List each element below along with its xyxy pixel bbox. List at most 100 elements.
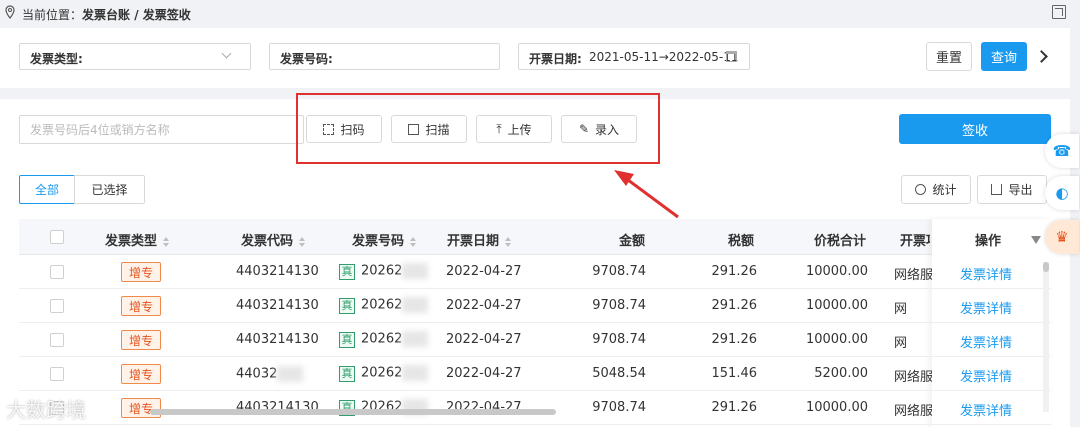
fullscreen-icon[interactable] [1052, 5, 1066, 19]
invoice-number-label: 发票号码: [280, 52, 333, 66]
issuer-cell: 网络服 [894, 404, 932, 419]
search-input[interactable] [19, 115, 304, 144]
redacted-mask [402, 297, 429, 313]
amount-cell: 9708.74 [592, 400, 646, 415]
scan-code-button[interactable]: 扫码 [306, 115, 382, 143]
phone-icon[interactable]: ☎ [1045, 134, 1079, 168]
breadcrumb: 当前位置：发票台账 / 发票签收 [22, 8, 191, 22]
issuer-cell: 网络服 [894, 370, 932, 385]
invoice-type-badge: 增专 [121, 262, 161, 282]
tab-all[interactable]: 全部 [19, 175, 75, 204]
invoice-detail-link[interactable]: 发票详情 [960, 332, 1012, 351]
calendar-icon [726, 51, 737, 62]
tax-cell: 291.26 [711, 298, 758, 313]
filter-icon[interactable] [1031, 236, 1041, 244]
invoice-date-cell: 2022-04-27 [446, 366, 522, 381]
invoice-number-cell: 真 20262 [339, 365, 429, 382]
date-range-value: 2021-05-11→2022-05-11 [589, 50, 739, 64]
row-checkbox[interactable] [50, 333, 64, 347]
horizontal-scrollbar[interactable] [150, 409, 556, 415]
table-row: 增专 4403214130 真 20262 2022-04-27 9708.74 291.2… [19, 323, 1051, 357]
verified-icon: 真 [339, 331, 355, 348]
table-row: 增专 4403214130 真 20262 2022-04-27 9708.74 291.2… [19, 391, 1051, 425]
date-range-picker[interactable]: 开票日期: 2021-05-11→2022-05-11 [518, 43, 750, 70]
filter-panel: 发票类型: 发票号码: 开票日期: 2021-05-11→2022-05-11 … [0, 28, 1070, 88]
sort-icon[interactable] [505, 236, 512, 247]
total-cell: 10000.00 [805, 332, 868, 347]
total-cell: 10000.00 [805, 264, 868, 279]
invoice-type-select[interactable]: 发票类型: [19, 43, 251, 70]
invoice-number-field[interactable]: 发票号码: [269, 43, 500, 70]
invoice-code-cell: 4403214130 [236, 332, 319, 347]
scrollbar-thumb[interactable] [1043, 262, 1049, 272]
location-pin-icon [5, 5, 15, 19]
invoice-type-badge: 增专 [121, 398, 161, 418]
invoice-date-cell: 2022-04-27 [446, 264, 522, 279]
upload-icon: ⤒ [496, 121, 502, 136]
total-cell: 10000.00 [805, 400, 868, 415]
table-row: 增专 44032 真 20262 2022-04-27 5048.54 151.46 5200… [19, 357, 1051, 391]
amount-cell: 9708.74 [592, 298, 646, 313]
stats-button[interactable]: 统计 [901, 175, 971, 204]
scan-button[interactable]: 扫描 [391, 115, 467, 143]
column-header-type[interactable]: 发票类型 [105, 230, 170, 249]
scan-code-icon [323, 123, 335, 135]
entry-button[interactable]: ✎ 录入 [561, 115, 637, 143]
reset-button[interactable]: 重置 [926, 42, 972, 71]
invoice-detail-link[interactable]: 发票详情 [960, 264, 1012, 283]
main-panel: 扫码 扫描 ⤒ 上传 ✎ 录入 签收 全部 已选择 统计 导出 发票类型 发票代… [0, 93, 1070, 427]
table-header: 发票类型 发票代码 发票号码 开票日期 金额 税额 价税合计 开票项 [19, 219, 1051, 255]
sort-icon[interactable] [410, 236, 417, 247]
column-header-tax: 税额 [728, 234, 755, 249]
tax-cell: 291.26 [711, 264, 758, 279]
invoice-type-badge: 增专 [121, 330, 161, 350]
upload-label: 上传 [507, 122, 532, 137]
issuer-cell: 网络服 [894, 268, 932, 283]
gift-icon[interactable]: ♛ [1045, 220, 1079, 254]
breadcrumb-bar: 当前位置：发票台账 / 发票签收 [0, 0, 1080, 26]
date-label: 开票日期: [529, 52, 582, 66]
column-header-total: 价税合计 [814, 234, 867, 249]
row-checkbox[interactable] [50, 299, 64, 313]
column-header-issuer: 开票项 [900, 234, 930, 249]
tab-selected[interactable]: 已选择 [74, 175, 145, 204]
upload-button[interactable]: ⤒ 上传 [476, 115, 552, 143]
invoice-number-cell: 真 20262 [339, 297, 429, 314]
amount-cell: 9708.74 [592, 332, 646, 347]
sort-icon[interactable] [299, 236, 306, 247]
column-header-date[interactable]: 开票日期 [447, 230, 512, 249]
tax-cell: 291.26 [711, 400, 758, 415]
redacted-mask [402, 331, 429, 347]
invoice-detail-link[interactable]: 发票详情 [960, 366, 1012, 385]
redacted-mask [277, 366, 304, 382]
row-checkbox[interactable] [50, 367, 64, 381]
scan-code-label: 扫码 [340, 122, 365, 137]
sort-icon[interactable] [163, 236, 170, 247]
row-checkbox[interactable] [50, 265, 64, 279]
redacted-mask [402, 263, 429, 279]
verified-icon: 真 [339, 365, 355, 382]
invoice-date-cell: 2022-04-27 [446, 298, 522, 313]
column-header-code[interactable]: 发票代码 [241, 230, 306, 249]
invoice-date-cell: 2022-04-27 [446, 332, 522, 347]
tax-cell: 291.26 [711, 332, 758, 347]
table-row: 增专 4403214130 真 20262 2022-04-27 9708.74 291.2… [19, 289, 1051, 323]
query-button[interactable]: 查询 [981, 42, 1027, 71]
chevron-right-icon[interactable] [1035, 50, 1048, 63]
tax-cell: 151.46 [711, 366, 758, 381]
sign-button[interactable]: 签收 [899, 114, 1051, 144]
vertical-scrollbar[interactable] [1043, 262, 1049, 412]
export-button[interactable]: 导出 [977, 175, 1047, 204]
redacted-mask [402, 365, 429, 381]
invoice-detail-link[interactable]: 发票详情 [960, 400, 1012, 419]
total-cell: 5200.00 [814, 366, 868, 381]
invoice-detail-link[interactable]: 发票详情 [960, 298, 1012, 317]
invoice-number-cell: 真 20262 [339, 263, 429, 280]
select-all-checkbox[interactable] [50, 230, 64, 244]
column-header-amount: 金额 [619, 234, 646, 249]
table-row: 增专 4403214130 真 20262 2022-04-27 9708.74 291.2… [19, 255, 1051, 289]
headset-icon[interactable]: ◐ [1045, 176, 1079, 210]
column-header-action: 操作 [975, 234, 1002, 249]
column-header-number[interactable]: 发票号码 [352, 230, 417, 249]
scanner-icon [408, 123, 420, 135]
